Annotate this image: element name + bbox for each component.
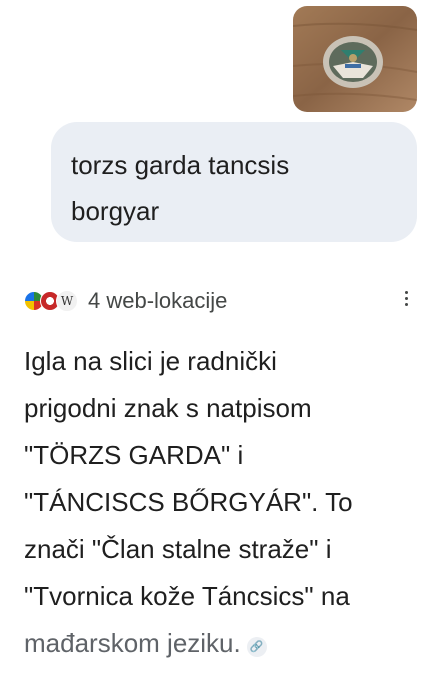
source-favicons: W: [24, 289, 84, 313]
chat-screen: torzs garda tancsis borgyar W 4 web-loka…: [0, 0, 440, 690]
user-message-line: torzs garda tancsis: [71, 150, 290, 180]
user-message-bubble: torzs garda tancsis borgyar: [51, 122, 417, 242]
wikipedia-icon: W: [56, 290, 78, 312]
sources-label: 4 web-lokacije: [88, 288, 228, 313]
answer-line: znači "Član stalne straže" i: [24, 534, 332, 564]
answer-line: "Tvornica kože Táncsics" na: [24, 581, 350, 611]
user-message-line: borgyar: [71, 196, 160, 226]
answer-line: "TÁNCISCS BŐRGYÁR". To: [24, 487, 353, 517]
sources-button[interactable]: W 4 web-lokacije: [24, 284, 227, 318]
answer-line-last: mađarskom jeziku. 🔗: [24, 620, 424, 667]
answer-line: Igla na slici je radnički: [24, 346, 277, 376]
answer-line: prigodni znak s natpisom: [24, 393, 312, 423]
pin-image-icon: [293, 6, 417, 112]
pin-photo[interactable]: [293, 6, 417, 112]
answer-line: "TÖRZS GARDA" i: [24, 440, 244, 470]
answer-line: mađarskom jeziku.: [24, 628, 241, 658]
assistant-answer: Igla na slici je radnički prigodni znak …: [24, 338, 424, 667]
link-icon[interactable]: 🔗: [246, 637, 267, 657]
more-vert-icon[interactable]: [394, 284, 418, 312]
